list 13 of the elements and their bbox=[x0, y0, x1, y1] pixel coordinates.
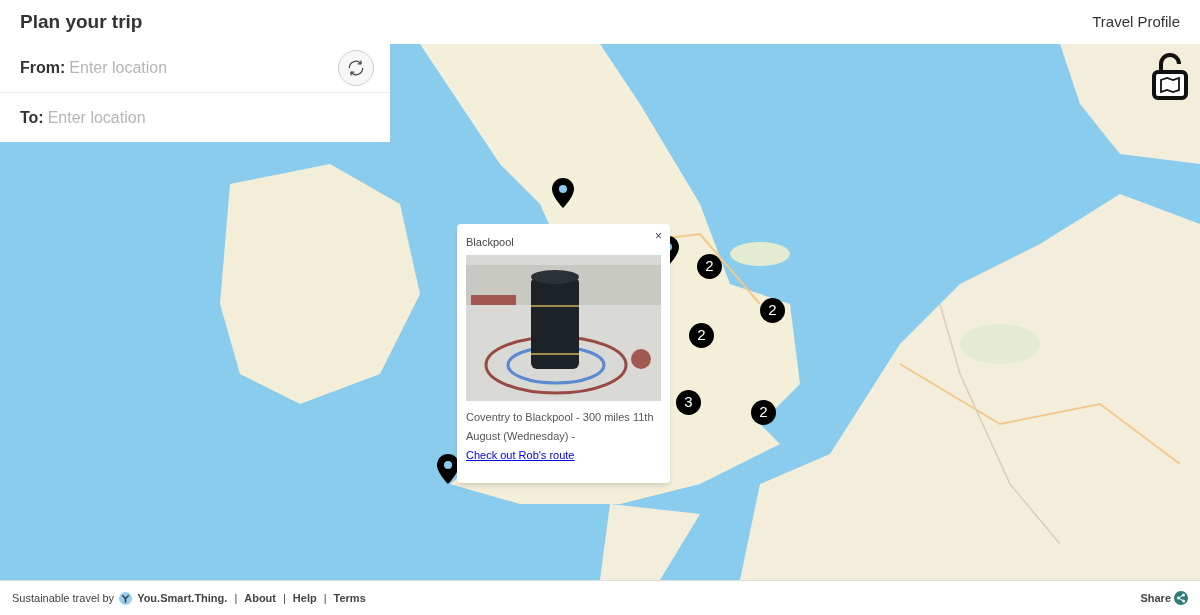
travel-profile-link[interactable]: Travel Profile bbox=[1092, 10, 1180, 34]
page-title: Plan your trip bbox=[20, 9, 143, 34]
separator: | bbox=[283, 590, 286, 606]
separator: | bbox=[234, 590, 238, 606]
share-icon[interactable] bbox=[1174, 591, 1188, 605]
separator: | bbox=[323, 590, 327, 606]
footer-link[interactable]: Help bbox=[292, 589, 317, 607]
footer-link[interactable]: Terms bbox=[333, 589, 366, 607]
logo-icon bbox=[119, 591, 133, 605]
credit-text: Sustainable travel by bbox=[12, 590, 115, 606]
brand-name: You.Smart.Thing. bbox=[137, 590, 228, 606]
footer-link[interactable]: About bbox=[244, 589, 276, 607]
share-link[interactable]: Share bbox=[1140, 589, 1171, 607]
